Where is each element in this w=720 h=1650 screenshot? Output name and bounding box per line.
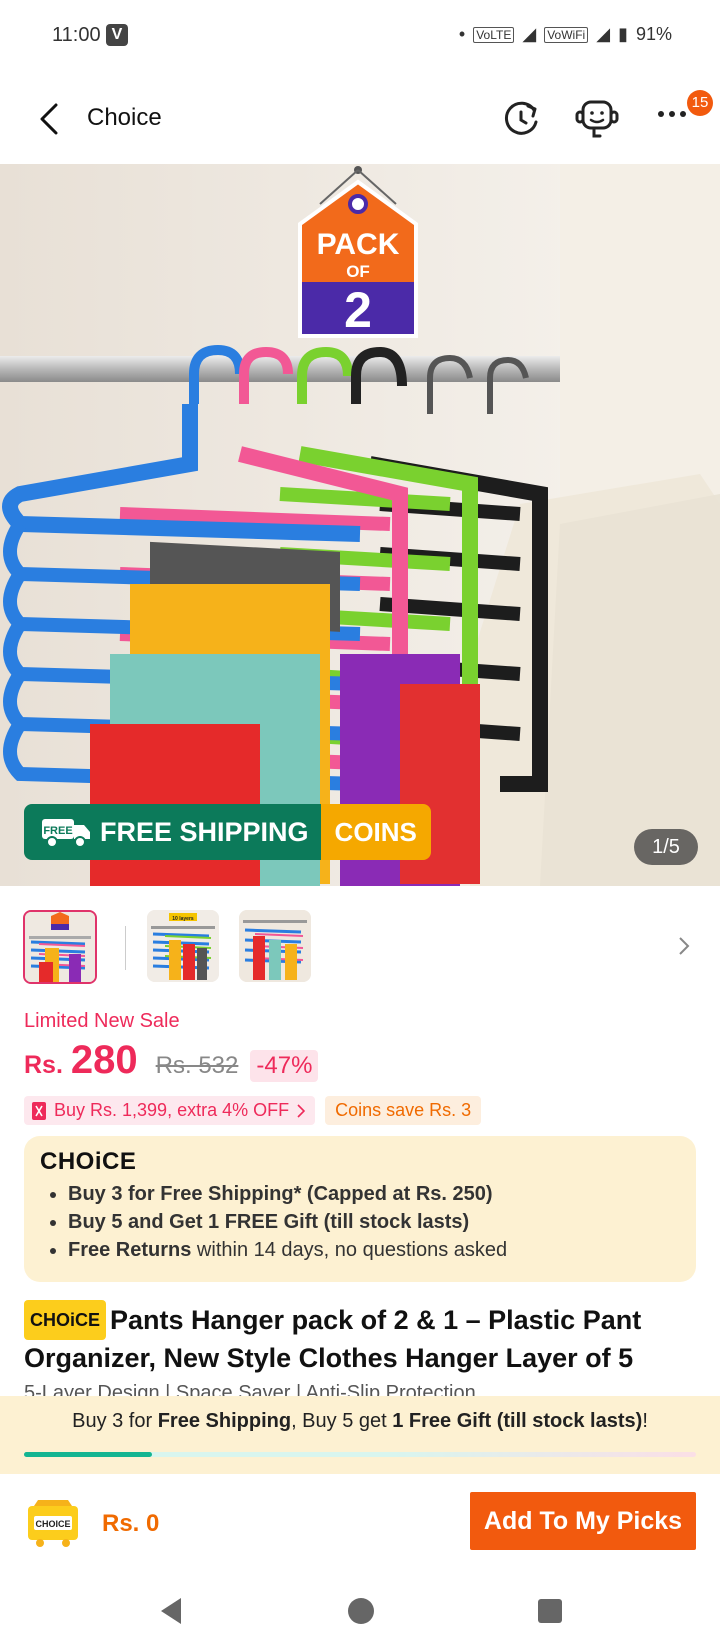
truck-icon: FREE [42,819,90,848]
system-nav-bar [0,1574,720,1650]
choice-benefits-box: CHOiCE Buy 3 for Free Shipping* (Capped … [24,1136,696,1282]
carrier-v-icon: V [106,24,128,46]
choice-logo: CHOiCE [40,1148,137,1175]
thumbnail-divider [125,926,126,970]
promo-part-1: Buy 3 for [72,1410,158,1432]
limited-sale-label: Limited New Sale [24,1010,180,1032]
history-icon[interactable] [500,98,542,140]
benefit-free-returns: Free Returns within 14 days, no question… [68,1236,507,1264]
pack-label: PACK [317,228,400,261]
promo-progress-fill [24,1452,152,1457]
app-header: Choice 15 [0,72,720,164]
status-bar: 11:00 V • VoLTE ◢ VoWiFi ◢ ▮ 91% [0,0,720,72]
benefit-free-returns-rest: within 14 days, no questions asked [191,1239,508,1261]
vowifi-badge: VoWiFi [544,26,589,43]
choice-basket-icon[interactable]: CHOICE [24,1496,82,1548]
nav-recents-icon[interactable] [537,1598,563,1624]
chevron-right-icon[interactable] [678,936,690,956]
thumbnail-3[interactable] [239,910,311,982]
support-icon[interactable] [574,96,620,142]
benefit-free-returns-bold: Free Returns [68,1239,192,1261]
volte-badge: VoLTE [473,26,515,43]
status-icons: • VoLTE ◢ VoWiFi ◢ ▮ 91% [459,24,672,45]
thumbnail-2[interactable]: 10 layers [147,910,219,982]
signal-icon: ◢ [522,24,537,44]
signal-icon-2: ◢ [596,24,611,44]
dot-icon: • [458,24,466,44]
benefit-free-gift: Buy 5 and Get 1 FREE Gift (till stock la… [68,1208,507,1236]
pack-number: 2 [344,282,372,338]
price-row: Rs. 280 Rs. 532 -47% [24,1038,319,1083]
coupon-icon [32,1101,46,1120]
coins-label: COINS [320,804,431,860]
shipping-promo-bar: Buy 3 for Free Shipping, Buy 5 get 1 Fre… [0,1396,720,1474]
bottom-action-bar: CHOICE Rs. 0 Add To My Picks [0,1474,720,1574]
product-title-text: Pants Hanger pack of 2 & 1 – Plastic Pan… [24,1305,642,1373]
chevron-right-icon [297,1103,306,1118]
benefit-free-shipping: Buy 3 for Free Shipping* (Capped at Rs. … [68,1180,507,1208]
price-value: 280 [70,1038,138,1082]
more-icon[interactable] [656,108,688,120]
basket-label: CHOICE [35,1519,70,1529]
promo-part-3: , Buy 5 get [291,1410,393,1432]
image-counter: 1/5 [634,829,698,865]
thumbnail-badge: 10 layers [172,916,194,922]
nav-back-icon[interactable] [157,1596,185,1626]
promo-free-gift: 1 Free Gift (till stock lasts) [392,1410,643,1432]
battery-percent: 91% [635,24,672,44]
battery-icon: ▮ [618,24,628,44]
thumbnail-1[interactable] [23,910,97,984]
free-shipping-banner: FREE FREE SHIPPING COINS [24,804,431,860]
product-image-carousel[interactable]: PACK OF 2 FREE FREE SHIPPING COINS 1/5 [0,164,720,886]
promo-free-shipping: Free Shipping [157,1410,292,1432]
nav-home-icon[interactable] [346,1596,376,1626]
bundle-discount-text: Buy Rs. 1,399, extra 4% OFF [54,1100,290,1120]
choice-badge: CHOiCE [24,1300,107,1340]
shipping-promo-text: Buy 3 for Free Shipping, Buy 5 get 1 Fre… [0,1410,720,1433]
product-title: CHOiCE Pants Hanger pack of 2 & 1 – Plast… [24,1300,696,1376]
bundle-discount-link[interactable]: Buy Rs. 1,399, extra 4% OFF [24,1096,316,1125]
product-features: 5-Layer Design | Space Saver | Anti-Slip… [24,1382,476,1396]
original-price: Rs. 532 [155,1052,239,1079]
page-title: Choice [87,104,162,131]
price-currency: Rs. [24,1051,63,1079]
back-icon[interactable] [36,102,64,136]
free-badge-text: FREE [43,825,72,837]
promo-row: Buy Rs. 1,399, extra 4% OFF Coins save R… [24,1096,482,1125]
free-shipping-text: FREE SHIPPING [100,816,309,847]
discount-badge: -47% [250,1050,319,1082]
thumbnail-strip: 10 layers [0,900,720,990]
pack-of-label: OF [346,262,370,281]
cart-count-badge: 15 [687,90,713,116]
picks-total: Rs. 0 [102,1510,160,1537]
coins-save-badge: Coins save Rs. 3 [325,1096,482,1125]
add-to-picks-button[interactable]: Add To My Picks [470,1492,696,1550]
promo-part-5: ! [642,1410,648,1432]
product-photo: PACK OF 2 [0,164,720,886]
choice-benefits-list: Buy 3 for Free Shipping* (Capped at Rs. … [44,1180,507,1264]
status-time: 11:00 [52,24,101,46]
